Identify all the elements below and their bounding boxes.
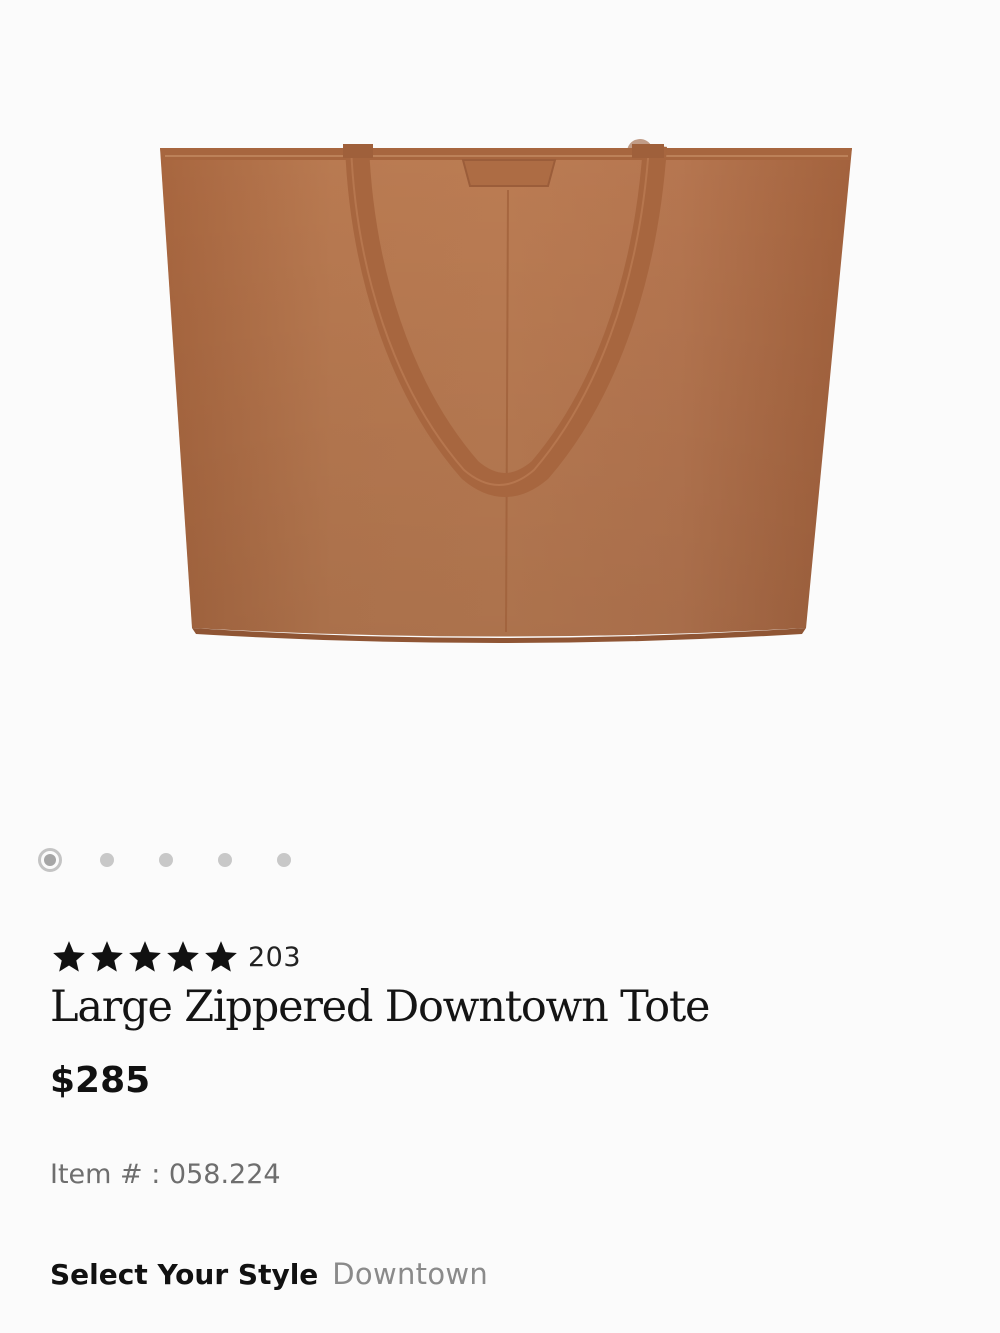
image-carousel-pagination	[38, 843, 336, 877]
star-icon	[53, 941, 85, 972]
carousel-dot-3[interactable]	[159, 853, 173, 867]
style-selector[interactable]: Select Your Style Downtown	[50, 1257, 488, 1291]
star-icon	[129, 941, 161, 972]
carousel-dot-2[interactable]	[100, 853, 114, 867]
star-icon	[91, 941, 123, 972]
carousel-dot-5[interactable]	[277, 853, 291, 867]
tote-bag-image	[160, 139, 852, 643]
product-image-area[interactable]	[0, 0, 1000, 800]
product-title: Large Zippered Downtown Tote	[50, 982, 710, 1032]
item-number: Item # : 058.224	[50, 1159, 281, 1190]
star-rating[interactable]	[50, 938, 240, 976]
carousel-dot-1[interactable]	[38, 848, 62, 872]
carousel-dot-4[interactable]	[218, 853, 232, 867]
style-selector-label: Select Your Style	[50, 1258, 319, 1291]
product-rating[interactable]: 203	[50, 938, 301, 976]
star-icon	[167, 941, 199, 972]
selected-style-value: Downtown	[332, 1257, 489, 1291]
review-count[interactable]: 203	[248, 942, 301, 973]
product-price: $285	[50, 1060, 151, 1101]
star-icon	[205, 941, 237, 972]
